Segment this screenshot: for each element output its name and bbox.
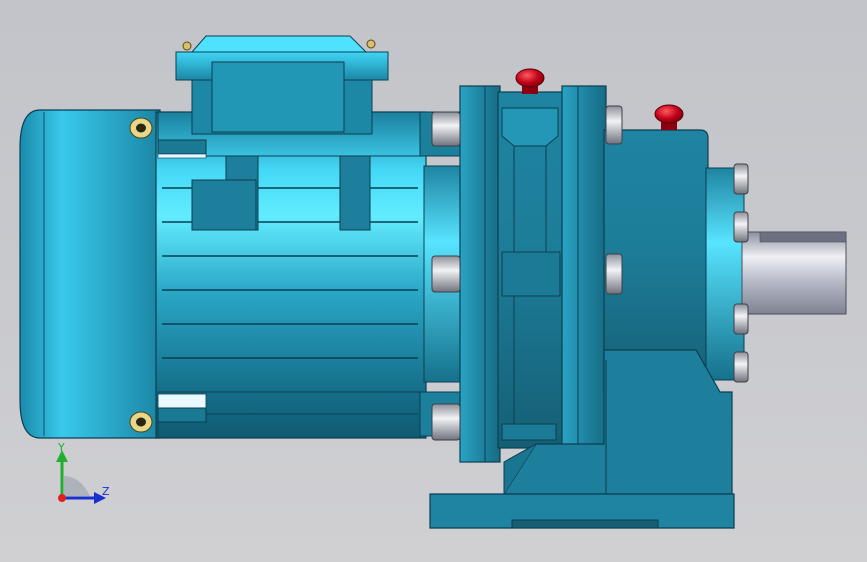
output-shaft[interactable]: [741, 231, 847, 315]
y-axis-label: Y: [58, 441, 65, 454]
triad-origin-icon: [58, 494, 66, 502]
oil-plug-right: [654, 104, 684, 130]
coordinate-triad: Y Z: [50, 440, 120, 510]
terminal-box-screw-right: [366, 39, 376, 49]
eye-bolt-bottom: [129, 411, 153, 433]
cad-viewport[interactable]: Y Z: [0, 0, 867, 562]
gearmotor-model[interactable]: [0, 0, 867, 562]
oil-plug-left: [515, 68, 545, 94]
triad-plane-icon: [64, 476, 90, 496]
reducer-input-flange[interactable]: [459, 85, 501, 463]
reducer-output-flange[interactable]: [561, 85, 607, 463]
eye-bolt-top: [129, 117, 153, 139]
z-axis-label: Z: [102, 485, 110, 498]
motor-end-cap[interactable]: [19, 109, 161, 439]
motor-housing[interactable]: [155, 111, 427, 439]
terminal-box-screw-left: [182, 41, 192, 51]
reducer-ring-housing[interactable]: [497, 91, 565, 449]
